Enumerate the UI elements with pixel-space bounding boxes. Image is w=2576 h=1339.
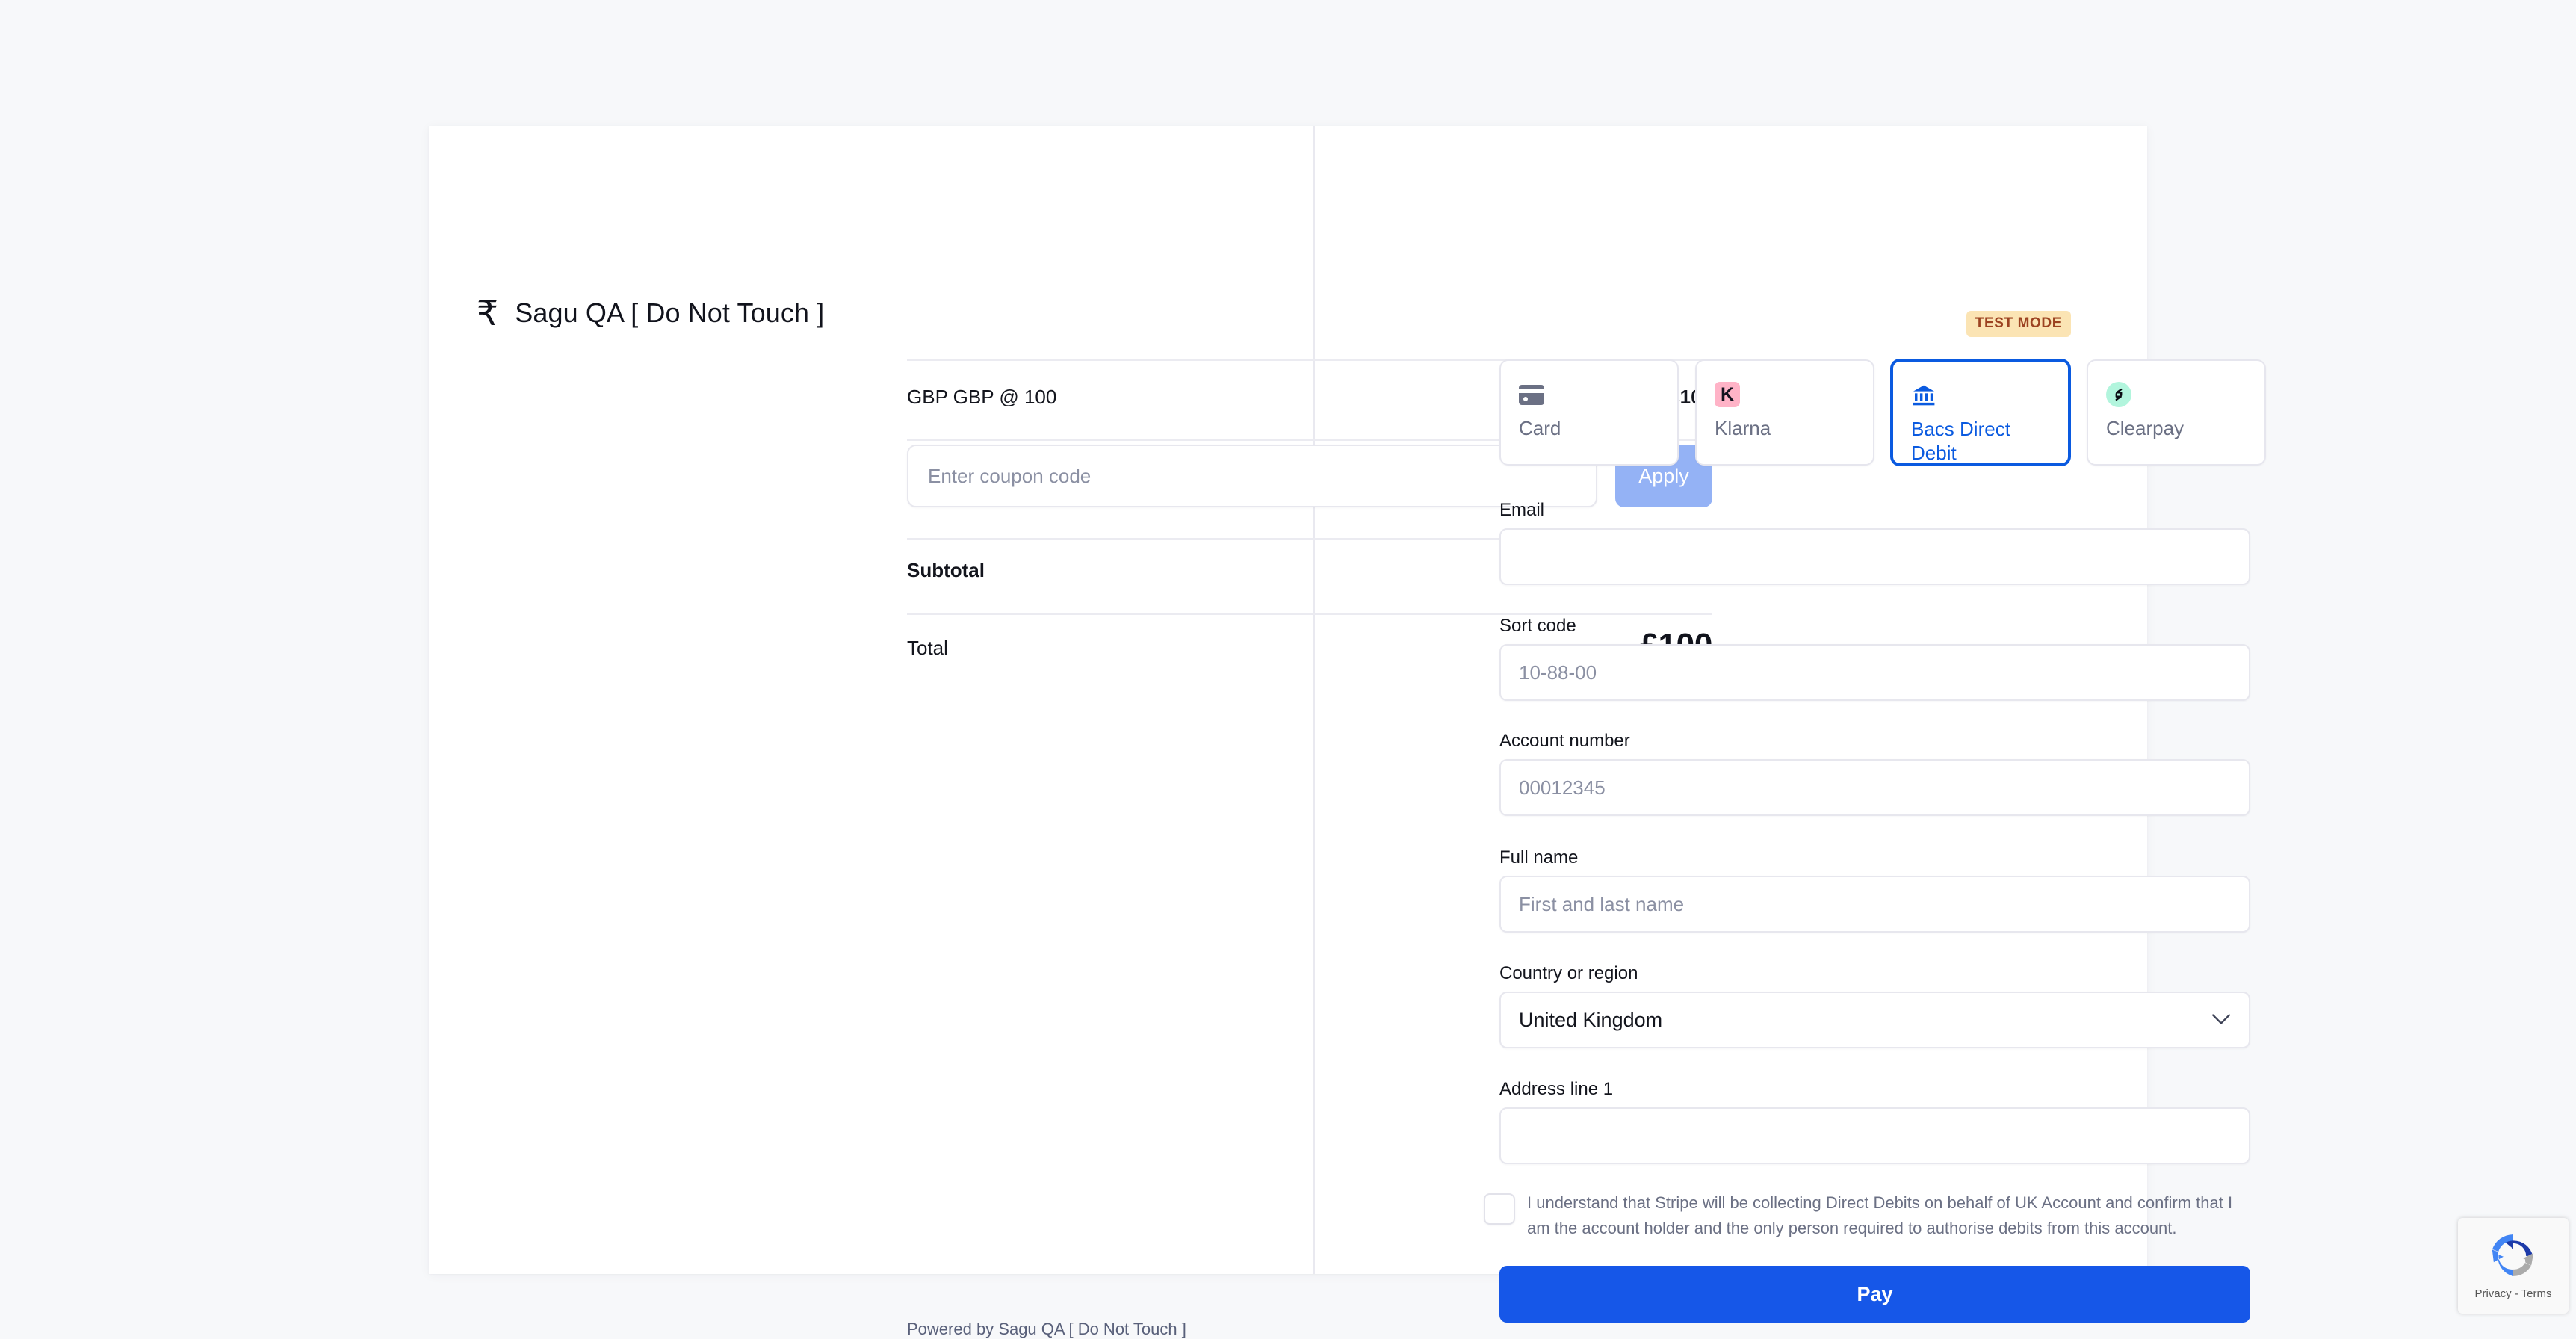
bank-icon (1911, 378, 2053, 412)
merchant-header: ₹ Sagu QA [ Do Not Touch ] (477, 296, 824, 330)
payment-method-tab-card[interactable]: Card (1499, 359, 1679, 466)
checkout-card: ₹ Sagu QA [ Do Not Touch ] GBP GBP @ 100… (429, 126, 2147, 1274)
sort-code-field-block: Sort code (1499, 616, 2250, 701)
payment-method-label: Klarna (1715, 416, 1858, 440)
total-label: Total (907, 629, 948, 660)
sort-code-label: Sort code (1499, 616, 2250, 637)
mandate-consent-block: I understand that Stripe will be collect… (1484, 1190, 2261, 1241)
payment-method-tab-klarna[interactable]: K Klarna (1695, 359, 1874, 466)
test-mode-badge: TEST MODE (1966, 311, 2071, 337)
payment-method-tab-clearpay[interactable]: Clearpay (2087, 359, 2266, 466)
powered-by-footer: Powered by Sagu QA [ Do Not Touch ] (907, 1320, 1186, 1339)
mandate-checkbox[interactable] (1484, 1193, 1515, 1225)
address-line1-label: Address line 1 (1499, 1079, 2250, 1100)
country-label: Country or region (1499, 963, 2250, 984)
payment-method-tabs: Card K Klarna (1499, 359, 2266, 466)
klarna-icon-glyph: K (1715, 382, 1740, 407)
address-line1-field-block: Address line 1 (1499, 1079, 2250, 1164)
payment-panel: TEST MODE Card K Klarna (1315, 126, 2147, 1274)
email-input[interactable] (1499, 528, 2250, 585)
email-field-block: Email (1499, 500, 2250, 585)
subtotal-label: Subtotal (907, 559, 985, 582)
full-name-label: Full name (1499, 847, 2250, 868)
country-select[interactable]: United Kingdom (1499, 992, 2250, 1048)
account-number-input[interactable] (1499, 759, 2250, 816)
merchant-name: Sagu QA [ Do Not Touch ] (515, 298, 824, 328)
payment-method-tab-bacs[interactable]: Bacs Direct Debit (1891, 359, 2070, 466)
recaptcha-legal-text[interactable]: Privacy - Terms (2474, 1287, 2551, 1300)
line-item-label: GBP GBP @ 100 (907, 386, 1056, 409)
sort-code-input[interactable] (1499, 644, 2250, 701)
full-name-field-block: Full name (1499, 847, 2250, 933)
country-field-block: Country or region United Kingdom (1499, 963, 2250, 1048)
payment-method-label: Bacs Direct Debit (1911, 417, 2053, 465)
payment-method-label: Clearpay (2106, 416, 2250, 440)
address-line1-input[interactable] (1499, 1107, 2250, 1164)
mandate-text: I understand that Stripe will be collect… (1527, 1190, 2244, 1241)
account-number-label: Account number (1499, 731, 2250, 752)
order-summary-panel: ₹ Sagu QA [ Do Not Touch ] GBP GBP @ 100… (429, 126, 1315, 1274)
payment-method-label: Card (1519, 416, 1662, 440)
full-name-input[interactable] (1499, 876, 2250, 933)
clearpay-icon (2106, 377, 2250, 412)
klarna-icon: K (1715, 377, 1858, 412)
rupee-symbol-icon: ₹ (477, 296, 498, 330)
recaptcha-badge[interactable]: Privacy - Terms (2458, 1218, 2569, 1314)
account-number-field-block: Account number (1499, 731, 2250, 816)
credit-card-icon (1519, 377, 1662, 412)
pay-button[interactable]: Pay (1499, 1266, 2250, 1323)
recaptcha-logo-icon (2489, 1231, 2538, 1284)
email-label: Email (1499, 500, 2250, 521)
